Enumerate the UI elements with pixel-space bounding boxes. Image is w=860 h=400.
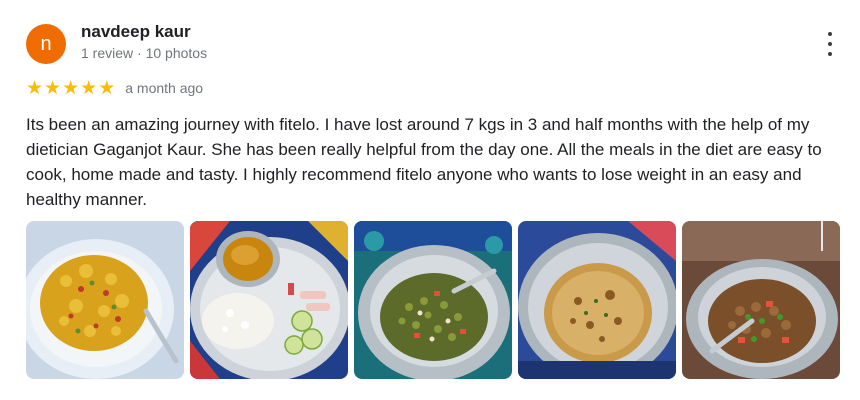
review-photo-thali[interactable]: [190, 221, 348, 379]
star-icon: ★: [98, 77, 116, 99]
star-icon: ★: [44, 77, 62, 99]
photo-strip: [26, 221, 840, 379]
review-photo-chickpea[interactable]: [682, 221, 840, 379]
more-vert-icon-dot: [828, 32, 832, 36]
review-photo-sprouts[interactable]: [354, 221, 512, 379]
star-icon: ★: [62, 77, 80, 99]
star-rating: ★ ★ ★ ★ ★: [26, 79, 115, 98]
rating-row: ★ ★ ★ ★ ★ a month ago: [26, 78, 203, 98]
reviewer-stats: 1 review · 10 photos: [81, 45, 208, 61]
more-vert-icon-dot: [828, 42, 832, 46]
reviewer-name[interactable]: navdeep kaur: [81, 22, 191, 42]
more-options-button[interactable]: [822, 32, 838, 56]
review-date: a month ago: [125, 80, 204, 96]
more-vert-icon-dot: [828, 52, 832, 56]
review-photo-paratha[interactable]: [518, 221, 676, 379]
review-text: Its been an amazing journey with fitelo.…: [26, 115, 822, 209]
star-icon: ★: [80, 77, 98, 99]
star-icon: ★: [26, 77, 44, 99]
review-photo-upma[interactable]: [26, 221, 184, 379]
avatar[interactable]: n: [26, 24, 66, 64]
